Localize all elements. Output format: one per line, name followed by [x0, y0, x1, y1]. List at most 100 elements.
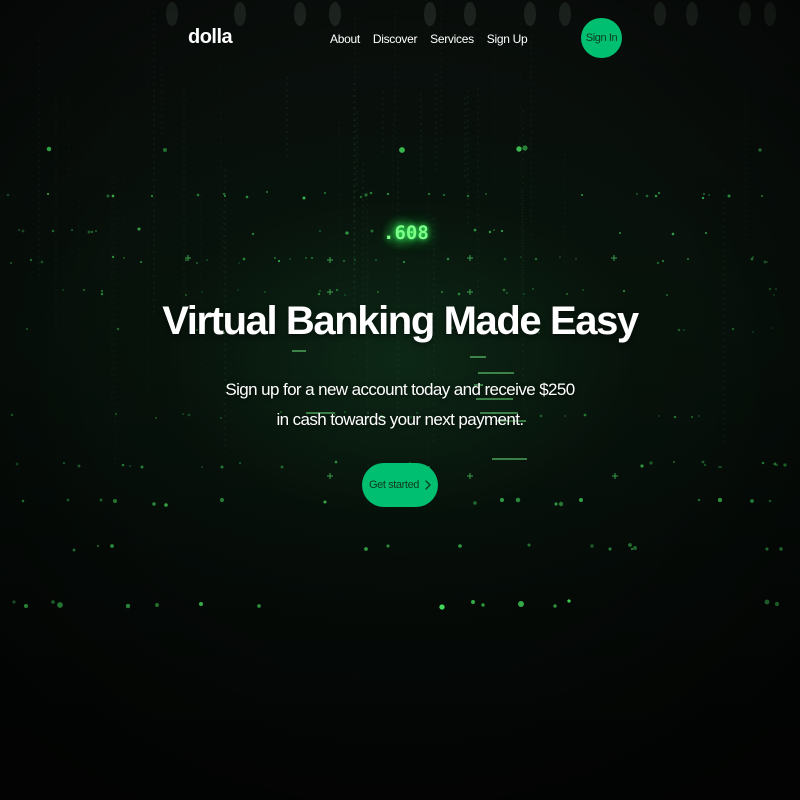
background-glow-dot [199, 602, 203, 606]
nav-link-about[interactable]: About [330, 32, 360, 46]
background-glow-dot [71, 229, 73, 231]
background-cross-mark [327, 473, 333, 479]
background-glow-dot [140, 465, 144, 469]
background-glow-dot [354, 259, 356, 261]
background-glow-dot [520, 256, 522, 258]
background-glow-dot [87, 230, 91, 234]
background-glow-dot [311, 257, 313, 259]
background-glow-dot [766, 261, 768, 263]
background-glow-dot [219, 497, 225, 503]
background-glow-dot [29, 258, 33, 262]
background-code-fragment [470, 356, 486, 358]
background-glow-dot [21, 229, 25, 233]
background-glow-dot [364, 547, 368, 551]
background-glow-dot [775, 288, 777, 290]
background-glow-dot [582, 289, 584, 291]
background-glow-dot [764, 599, 770, 605]
background-glow-dot [238, 262, 240, 264]
background-glow-dot [761, 461, 765, 465]
background-glow-dot [137, 227, 141, 231]
background-glow-dot [702, 192, 706, 196]
chevron-right-icon [425, 480, 431, 490]
background-glow-dot [443, 194, 445, 196]
background-glow-dot [319, 230, 321, 232]
background-glow-dot [152, 502, 156, 506]
background-glow-dot [112, 498, 118, 504]
background-code-fragment [492, 458, 527, 460]
background-glow-dot [110, 544, 114, 548]
background-glow-dot [763, 260, 767, 264]
background-glow-dot [567, 599, 571, 603]
background-glow-dot [18, 229, 20, 231]
nav-link-services[interactable]: Services [430, 32, 474, 46]
background-glow-dot [466, 194, 470, 198]
background-glow-dot [645, 194, 649, 198]
background-glow-dot [95, 230, 97, 232]
background-glow-dot [649, 461, 653, 465]
background-glow-dot [516, 146, 522, 152]
nav-item-discover: Discover [373, 30, 418, 48]
hero-subtitle-line-1: Sign up for a new account today and rece… [225, 380, 575, 399]
background-glow-dot [302, 196, 306, 200]
background-glow-dot [522, 145, 528, 151]
background-glow-dot [46, 192, 50, 196]
background-glow-dot [640, 464, 644, 468]
background-glow-dot [201, 466, 203, 468]
sign-in-button[interactable]: Sign In [581, 18, 622, 58]
background-glow-dot [661, 259, 665, 263]
background-cross-mark [467, 473, 473, 479]
nav-link-signup[interactable]: Sign Up [487, 32, 528, 46]
hero-counter-glow: .608 [383, 216, 429, 250]
background-glow-dot [345, 231, 349, 235]
page: dolla About Discover Services Sign Up Si… [0, 0, 800, 800]
background-glow-dot [106, 194, 110, 198]
background-code-fragment [292, 350, 306, 352]
background-glow-dot [515, 497, 521, 503]
background-cross-mark [611, 255, 617, 261]
background-glow-dot [473, 228, 477, 232]
background-glow-dot [633, 546, 637, 550]
background-glow-dot [485, 193, 487, 195]
background-glow-dot [558, 501, 564, 507]
nav-link-discover[interactable]: Discover [373, 32, 418, 46]
background-glow-dot [139, 260, 143, 264]
background-cross-mark [612, 473, 618, 479]
background-glow-dot [773, 462, 777, 466]
background-cross-mark [327, 257, 333, 263]
background-glow-dot [245, 195, 249, 199]
background-glow-dot [402, 260, 406, 264]
background-glow-dot [752, 256, 754, 258]
background-glow-dot [503, 257, 507, 261]
background-glow-dot [63, 462, 65, 464]
background-glow-dot [765, 547, 769, 551]
background-glow-dot [554, 502, 558, 506]
background-glow-dot [125, 603, 131, 609]
background-glow-dot [304, 256, 308, 260]
background-glow-dot [289, 258, 291, 260]
background-glow-dot [66, 498, 70, 502]
background-glow-dot [77, 464, 81, 468]
get-started-button[interactable]: Get started [362, 463, 438, 507]
background-glow-dot [12, 600, 16, 604]
background-glow-dot [220, 465, 224, 469]
background-glow-dot [96, 544, 100, 548]
background-glow-dot [239, 462, 241, 464]
background-glow-dot [446, 257, 450, 261]
background-glow-dot [488, 230, 492, 234]
background-glow-dot [40, 260, 44, 264]
background-glow-dot [532, 288, 534, 290]
background-glow-dot [51, 600, 55, 604]
background-glow-dot [121, 463, 125, 467]
background-glow-dot [553, 604, 557, 608]
background-glow-dot [500, 229, 504, 233]
background-glow-dot [370, 229, 374, 233]
background-glow-dot [155, 603, 159, 607]
background-glow-dot [518, 601, 524, 607]
background-glow-dot [776, 464, 778, 466]
background-glow-dot [630, 547, 634, 551]
background-glow-dot [720, 466, 722, 468]
background-glow-dot [493, 229, 495, 231]
background-glow-dot [500, 498, 504, 502]
background-glow-dot [23, 603, 29, 609]
logo[interactable]: dolla [188, 26, 233, 49]
